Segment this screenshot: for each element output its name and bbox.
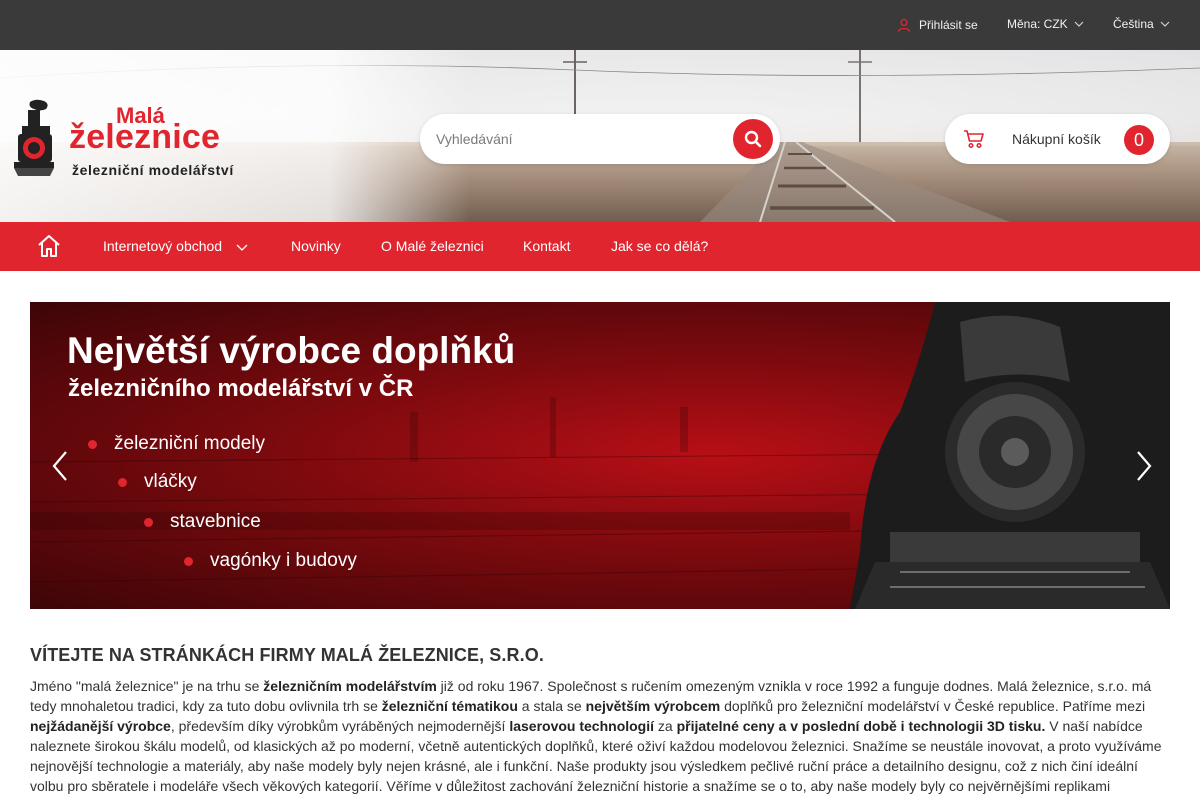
bold-text: laserovou technologií [509,718,655,734]
text: a stala se [517,698,586,714]
nav-item-label: Jak se co dělá? [611,238,709,254]
chevron-right-icon[interactable] [1134,450,1154,482]
language-label: Čeština [1113,17,1154,31]
text: doplňků pro železniční modelářství v Čes… [720,698,1146,714]
currency-dropdown[interactable]: Měna: CZK [1007,0,1084,49]
search-input[interactable] [420,114,720,164]
search-icon [744,130,762,148]
intro-paragraph: Jméno "malá železnice" je na trhu se žel… [30,676,1170,796]
bullet-dot [144,517,153,527]
banner-title: Největší výrobce doplňků [67,330,516,371]
user-icon [897,18,911,32]
bold-text: největším výrobcem [585,698,721,714]
nav-item-about[interactable]: O Malé železnici [381,222,484,271]
hero-banner[interactable]: Největší výrobce doplňků železničního mo… [30,302,1170,609]
language-dropdown[interactable]: Čeština [1113,0,1170,49]
nav-item-label: Internetový obchod [103,238,223,254]
login-label: Přihlásit se [919,18,978,32]
currency-label: Měna: CZK [1007,17,1068,31]
page-title: VÍTEJTE NA STRÁNKÁCH FIRMY MALÁ ŽELEZNIC… [30,645,544,665]
chevron-left-icon[interactable] [50,450,70,482]
search-box [420,114,780,164]
search-button[interactable] [733,119,773,159]
bullet-label: stavebnice [170,511,261,532]
logo[interactable]: Malá železnice železniční modelářství [14,98,254,182]
nav-item-contact[interactable]: Kontakt [523,222,570,271]
bullet-dot [118,477,127,487]
text: Jméno "malá železnice" je na trhu se [30,678,264,694]
banner-bullet: vagónky i budovy [184,550,357,572]
nav-item-shop[interactable]: Internetový obchod [103,222,248,271]
bullet-label: železniční modely [114,433,266,454]
bold-text: nejžádanější výrobce [30,718,171,734]
bullet-dot [184,556,193,566]
text: , především díky výrobkům vyráběných nej… [170,718,510,734]
bold-text: železniční tématikou [381,698,518,714]
chevron-down-icon [1160,21,1170,27]
logo-tagline: železniční modelářství [72,162,234,178]
cart-label: Nákupní košík [1012,131,1101,147]
shopping-cart-icon [964,130,984,149]
nav-item-label: O Malé železnici [381,238,484,254]
logo-line-2: železnice [69,118,221,156]
nav-item-howto[interactable]: Jak se co dělá? [611,222,708,271]
text: za [654,718,677,734]
cart-button[interactable]: Nákupní košík 0 [945,114,1170,164]
bold-text: železničním modelářstvím [263,678,437,694]
banner-bullet: stavebnice [144,511,261,533]
top-bar: Přihlásit se Měna: CZK Čeština [0,0,1200,50]
nav-item-label: Kontakt [523,238,571,254]
login-link[interactable]: Přihlásit se [897,0,978,50]
cart-count-badge: 0 [1124,125,1154,155]
bold-text: přijatelné ceny a v poslední době i tech… [676,718,1046,734]
header: Malá železnice železniční modelářství Ná… [0,50,1200,222]
chevron-down-icon [236,244,248,251]
nav-item-news[interactable]: Novinky [291,222,341,271]
chevron-down-icon [1074,21,1084,27]
main-navigation: Internetový obchod Novinky O Malé železn… [0,222,1200,271]
bullet-label: vláčky [144,471,197,492]
locomotive-logo-icon [14,99,54,176]
nav-item-label: Novinky [291,238,341,254]
bullet-label: vagónky i budovy [210,550,357,571]
banner-bullet: železniční modely [88,433,265,455]
banner-subtitle: železničního modelářství v ČR [68,375,414,402]
banner-bullet: vláčky [118,471,197,493]
bullet-dot [88,439,97,449]
home-icon[interactable] [37,234,61,258]
